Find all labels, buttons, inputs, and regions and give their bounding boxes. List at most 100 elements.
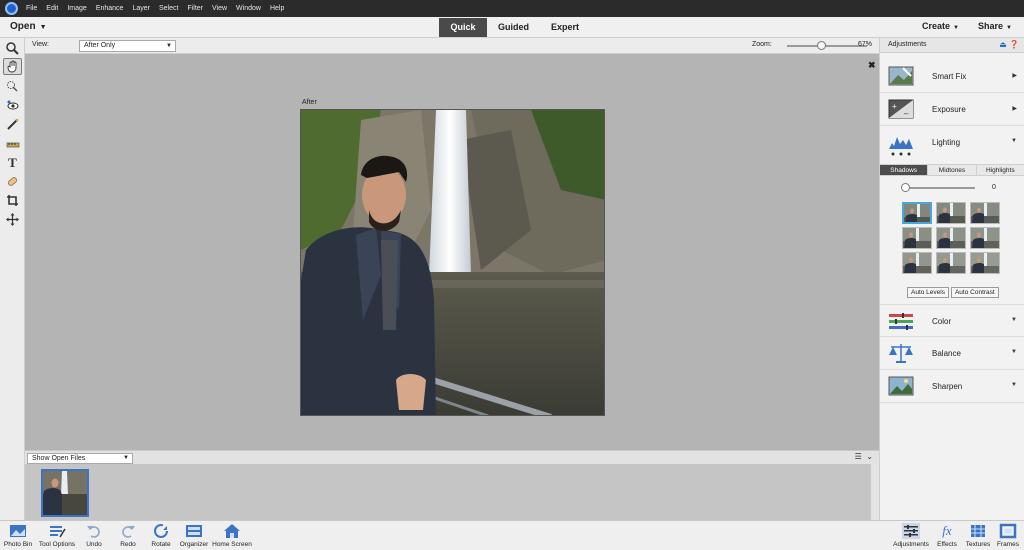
shadows-preset-thumbnail[interactable] [936,227,966,249]
tool-options-label: Tool Options [38,541,76,548]
shadows-slider[interactable] [901,183,975,192]
chevron-down-icon: ▼ [1011,317,1017,323]
adjustment-exposure[interactable]: + – Exposure ▶ [880,93,1024,126]
photo-thumbnail[interactable] [41,469,89,517]
color-label: Color [932,317,952,326]
open-label: Open [10,21,36,32]
bin-controls: ☰ ⌄ [855,452,873,461]
tool-options-icon [50,526,66,538]
tab-midtones[interactable]: Midtones [928,165,977,175]
create-button[interactable]: Create ▼ [922,21,959,31]
undo-button[interactable]: Undo [82,523,106,548]
whiten-teeth-tool-icon[interactable] [3,116,22,133]
tab-guided[interactable]: Guided [487,18,540,37]
photo-canvas[interactable] [300,109,605,416]
auto-levels-button[interactable]: Auto Levels [907,287,949,298]
tab-shadows[interactable]: Shadows [880,165,929,175]
red-eye-tool-icon[interactable] [3,97,22,114]
bin-select[interactable]: Show Open Files ▼ [27,453,133,464]
tab-quick[interactable]: Quick [439,18,487,37]
frames-button[interactable]: Frames [994,523,1022,548]
adjustment-balance[interactable]: Balance ▼ [880,337,1024,370]
open-button[interactable]: Open ▼ [10,21,47,32]
tab-expert[interactable]: Expert [540,18,590,37]
help-icon[interactable]: ❓ [1009,40,1019,49]
photo-bin-button[interactable]: Photo Bin [3,523,33,548]
effects-button[interactable]: fx Effects [935,523,959,548]
rotate-icon [154,524,168,538]
close-icon[interactable]: ✖ [868,60,876,71]
spot-healing-tool-icon[interactable] [3,173,22,190]
share-label: Share [978,21,1004,31]
after-label: After [302,99,317,106]
adjustment-sharpen[interactable]: Sharpen ▼ [880,370,1024,403]
bin-scrollbar[interactable] [870,464,879,520]
view-label: View: [32,41,49,48]
textures-button[interactable]: Textures [963,523,993,548]
adjustments-icon [902,523,920,539]
tool-options-button[interactable]: Tool Options [36,523,78,548]
frames-icon [999,523,1017,539]
adjustment-color[interactable]: Color ▼ [880,304,1024,337]
shadows-preset-thumbnail[interactable] [970,202,1000,224]
app-logo-icon [5,2,18,15]
home-screen-button[interactable]: Home Screen [211,523,253,548]
menu-help[interactable]: Help [270,5,284,12]
rotate-button[interactable]: Rotate [148,523,174,548]
zoom-tool-icon[interactable] [3,40,22,57]
panel-header: Adjustments ⏏ ❓ [880,38,1024,53]
reset-icon[interactable]: ⏏ [999,40,1007,49]
adjustment-lighting[interactable]: Lighting ▼ [880,126,1024,164]
balance-icon [889,344,913,363]
photo-bin [25,464,879,520]
undo-label: Undo [86,541,102,548]
menu-filter[interactable]: Filter [187,5,203,12]
bin-menu-icon[interactable]: ☰ [855,452,862,461]
lighting-tabs: Shadows Midtones Highlights [880,164,1024,176]
menu-window[interactable]: Window [236,5,261,12]
shadows-preset-thumbnail[interactable] [902,202,932,224]
type-tool-icon[interactable]: T [3,154,22,171]
redo-button[interactable]: Redo [116,523,140,548]
effects-label: Effects [937,541,957,548]
chevron-down-icon: ▼ [953,25,959,31]
move-tool-icon[interactable] [3,211,22,228]
sharpen-icon [888,376,914,396]
shadows-preset-thumbnail[interactable] [970,252,1000,274]
chevron-right-icon: ▶ [1012,73,1017,79]
auto-contrast-button[interactable]: Auto Contrast [950,287,999,298]
shadows-preset-thumbnail[interactable] [936,252,966,274]
shadows-slider-thumb[interactable] [901,183,910,192]
menu-select[interactable]: Select [159,5,178,12]
menu-layer[interactable]: Layer [132,5,150,12]
menu-enhance[interactable]: Enhance [96,5,124,12]
hand-tool-icon[interactable] [3,58,22,75]
organizer-button[interactable]: Organizer [178,523,210,548]
straighten-tool-icon[interactable] [3,135,22,152]
organizer-label: Organizer [179,541,209,548]
share-button[interactable]: Share ▼ [978,21,1012,31]
view-select[interactable]: After Only ▼ [79,40,176,52]
menu-image[interactable]: Image [67,5,86,12]
home-screen-label: Home Screen [212,541,252,548]
panel-title: Adjustments [888,41,927,48]
crop-tool-icon[interactable] [3,192,22,209]
create-label: Create [922,21,951,31]
zoom-slider-thumb[interactable] [816,41,826,50]
menu-file[interactable]: File [26,5,37,12]
menu-edit[interactable]: Edit [46,5,58,12]
balance-label: Balance [932,349,961,358]
shadows-preset-thumbnail[interactable] [936,202,966,224]
adjustments-label: Adjustments [893,541,929,548]
bin-select-value: Show Open Files [32,455,86,462]
adjustments-button[interactable]: Adjustments [891,523,931,548]
tab-highlights[interactable]: Highlights [976,165,1024,175]
quick-selection-tool-icon[interactable] [3,78,22,95]
toolbox: T [0,38,25,520]
shadows-preset-thumbnail[interactable] [902,227,932,249]
menu-view[interactable]: View [212,5,227,12]
shadows-preset-thumbnail[interactable] [902,252,932,274]
shadows-preset-thumbnail[interactable] [970,227,1000,249]
chevron-down-icon[interactable]: ⌄ [866,452,873,461]
adjustment-smart-fix[interactable]: Smart Fix ▶ [880,60,1024,93]
